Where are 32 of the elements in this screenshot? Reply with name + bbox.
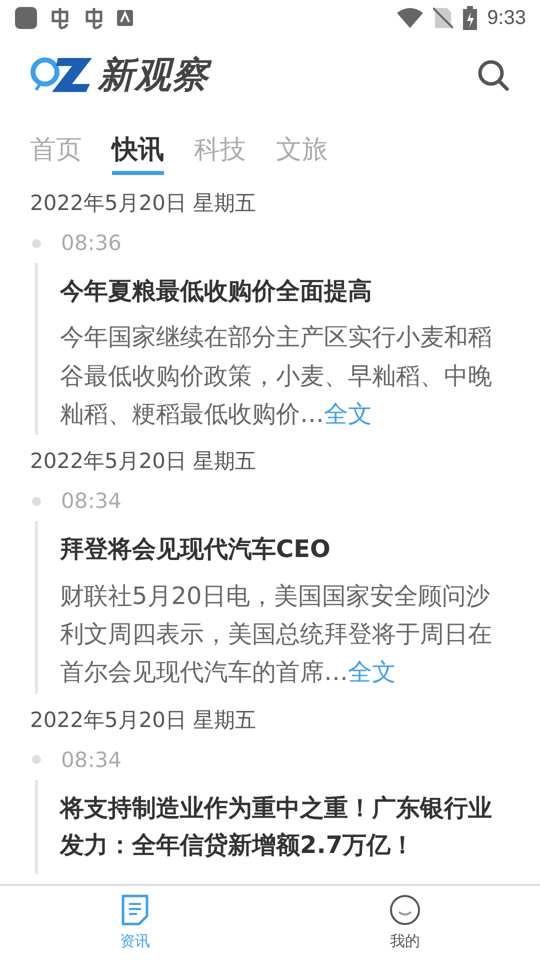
search-icon[interactable] <box>476 58 510 92</box>
category-tab[interactable]: 科技 <box>194 132 246 175</box>
no-sim-icon <box>433 7 454 29</box>
smiley-icon <box>389 894 421 926</box>
full-text-link[interactable]: 全文 <box>348 658 396 686</box>
category-tab[interactable]: 快讯 <box>112 132 164 175</box>
app-icon <box>14 6 38 30</box>
news-time: 08:34 <box>61 489 122 514</box>
timeline-dot <box>32 238 41 248</box>
keyboard-icon <box>116 9 134 27</box>
battery-icon <box>463 6 478 30</box>
date-heading: 2022年5月20日 星期五 <box>30 448 258 476</box>
date-heading: 2022年5月20日 星期五 <box>30 706 258 734</box>
news-title[interactable]: 拜登将会见现代汽车CEO <box>60 531 510 569</box>
logo-icon <box>30 56 92 94</box>
timeline-dot <box>32 496 41 506</box>
news-title[interactable]: 今年夏粮最低收购价全面提高 <box>60 273 510 310</box>
news-time: 08:36 <box>61 231 122 255</box>
date-heading: 2022年5月20日 星期五 <box>30 190 258 217</box>
category-tab[interactable]: 首页 <box>30 132 82 175</box>
wifi-icon <box>397 8 424 28</box>
news-time: 08:34 <box>61 748 122 772</box>
category-tab[interactable]: 文旅 <box>276 132 328 175</box>
news-summary: 今年国家继续在部分主产区实行小麦和稻谷最低收购价政策，小麦、早籼稻、中晚籼稻、粳稻最低收购价…全文 <box>60 322 493 430</box>
nav-tab[interactable]: 我的 <box>270 886 540 960</box>
news-summary: 财联社5月20日电，美国国家安全顾问沙利文周四表示，美国总统拜登将于周日在首尔会见现代汽车的首席…全文 <box>60 580 493 688</box>
news-title[interactable]: 将支持制造业作为重中之重！广东银行业发力：全年信贷新增额2.7万亿！ <box>60 790 510 864</box>
timeline-dot <box>32 755 41 764</box>
clock: 9:33 <box>487 6 526 30</box>
full-text-link[interactable]: 全文 <box>324 400 372 428</box>
nav-tab[interactable]: 资讯 <box>0 886 270 960</box>
document-icon <box>119 894 151 926</box>
